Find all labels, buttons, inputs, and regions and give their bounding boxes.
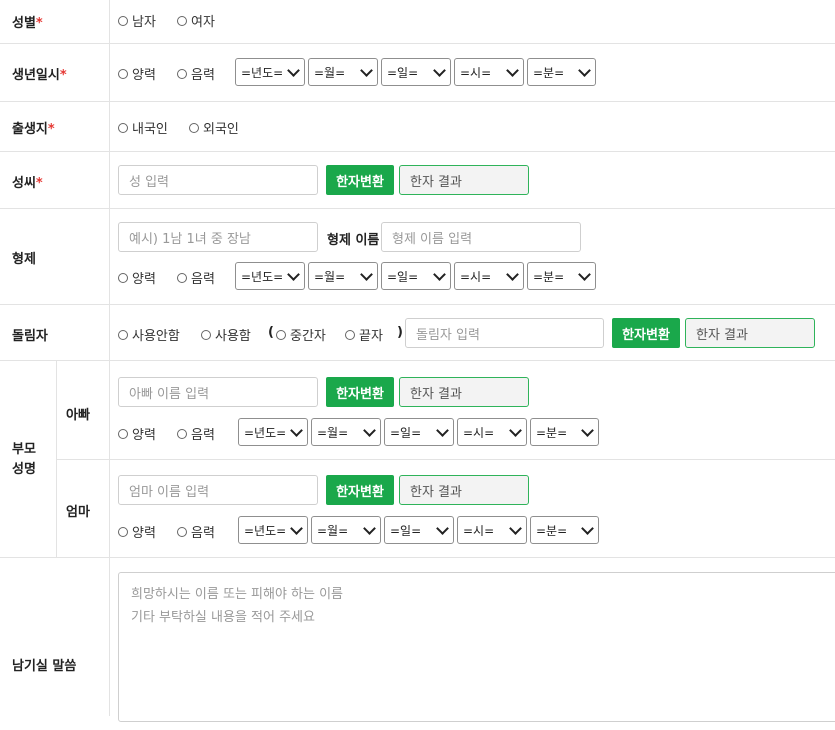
father-hanja-result: 한자 결과	[399, 377, 529, 407]
birthplace-domestic-radio[interactable]: 내국인	[118, 118, 168, 137]
dollimja-label: 돌림자	[12, 329, 48, 344]
birth-day-select[interactable]: =일=	[381, 58, 451, 86]
sibling-lunar-radio[interactable]: 음력	[177, 268, 215, 287]
father-minute-select[interactable]: =분=	[530, 418, 599, 446]
father-name-input[interactable]: 아빠 이름 입력	[118, 377, 318, 407]
mother-month-select[interactable]: =월=	[311, 516, 381, 544]
birth-month-select[interactable]: =월=	[308, 58, 378, 86]
gender-male-radio[interactable]: 남자	[118, 11, 156, 30]
birth-minute-select[interactable]: =분=	[527, 58, 596, 86]
dollimja-hanja-result: 한자 결과	[685, 318, 815, 348]
surname-label: 성씨*	[12, 176, 43, 191]
mother-label: 엄마	[66, 505, 90, 520]
birth-label: 생년일시*	[12, 68, 67, 83]
surname-hanja-button[interactable]: 한자변환	[326, 165, 394, 195]
mother-lunar-radio[interactable]: 음력	[177, 522, 215, 541]
gender-label: 성별*	[12, 16, 43, 31]
gender-female-radio[interactable]: 여자	[177, 11, 215, 30]
sibling-solar-radio[interactable]: 양력	[118, 268, 156, 287]
birthplace-label: 출생지*	[12, 122, 55, 137]
parents-inner-divider	[57, 459, 835, 460]
message-textarea[interactable]: 희망하시는 이름 또는 피해야 하는 이름 기타 부탁하실 내용을 적어 주세요	[118, 572, 835, 722]
mother-day-select[interactable]: =일=	[384, 516, 454, 544]
label-divider	[109, 0, 110, 716]
parents-label: 부모 성명	[12, 442, 36, 477]
mother-minute-select[interactable]: =분=	[530, 516, 599, 544]
dollimja-notused-radio[interactable]: 사용안함	[118, 325, 180, 344]
sibling-name-input[interactable]: 형제 이름 입력	[381, 222, 581, 252]
mother-hanja-result: 한자 결과	[399, 475, 529, 505]
mother-hanja-button[interactable]: 한자변환	[326, 475, 394, 505]
father-solar-radio[interactable]: 양력	[118, 424, 156, 443]
message-label: 남기실 말씀	[12, 659, 77, 674]
sibling-year-select[interactable]: =년도=	[235, 262, 305, 290]
father-year-select[interactable]: =년도=	[238, 418, 308, 446]
sibling-minute-select[interactable]: =분=	[527, 262, 596, 290]
father-hour-select[interactable]: =시=	[457, 418, 527, 446]
dollimja-input[interactable]: 돌림자 입력	[405, 318, 604, 348]
sibling-day-select[interactable]: =일=	[381, 262, 451, 290]
father-hanja-button[interactable]: 한자변환	[326, 377, 394, 407]
dollimja-paren-open: (	[268, 325, 274, 340]
father-month-select[interactable]: =월=	[311, 418, 381, 446]
mother-name-input[interactable]: 엄마 이름 입력	[118, 475, 318, 505]
dollimja-last-radio[interactable]: 끝자	[345, 325, 383, 344]
surname-input[interactable]: 성 입력	[118, 165, 318, 195]
mother-solar-radio[interactable]: 양력	[118, 522, 156, 541]
mother-year-select[interactable]: =년도=	[238, 516, 308, 544]
sibling-label: 형제	[12, 252, 36, 267]
dollimja-hanja-button[interactable]: 한자변환	[612, 318, 680, 348]
sibling-order-input[interactable]: 예시) 1남 1녀 중 장남	[118, 222, 318, 252]
sibling-hour-select[interactable]: =시=	[454, 262, 524, 290]
surname-hanja-result: 한자 결과	[399, 165, 529, 195]
dollimja-used-radio[interactable]: 사용함	[201, 325, 251, 344]
dollimja-middle-radio[interactable]: 중간자	[276, 325, 326, 344]
sibling-name-label: 형제 이름	[327, 233, 380, 248]
birth-lunar-radio[interactable]: 음력	[177, 64, 215, 83]
mother-hour-select[interactable]: =시=	[457, 516, 527, 544]
father-day-select[interactable]: =일=	[384, 418, 454, 446]
sibling-month-select[interactable]: =월=	[308, 262, 378, 290]
birth-solar-radio[interactable]: 양력	[118, 64, 156, 83]
father-lunar-radio[interactable]: 음력	[177, 424, 215, 443]
dollimja-paren-close: )	[397, 325, 403, 340]
birthplace-foreign-radio[interactable]: 외국인	[189, 118, 239, 137]
birth-year-select[interactable]: =년도=	[235, 58, 305, 86]
father-label: 아빠	[66, 408, 90, 423]
birth-hour-select[interactable]: =시=	[454, 58, 524, 86]
